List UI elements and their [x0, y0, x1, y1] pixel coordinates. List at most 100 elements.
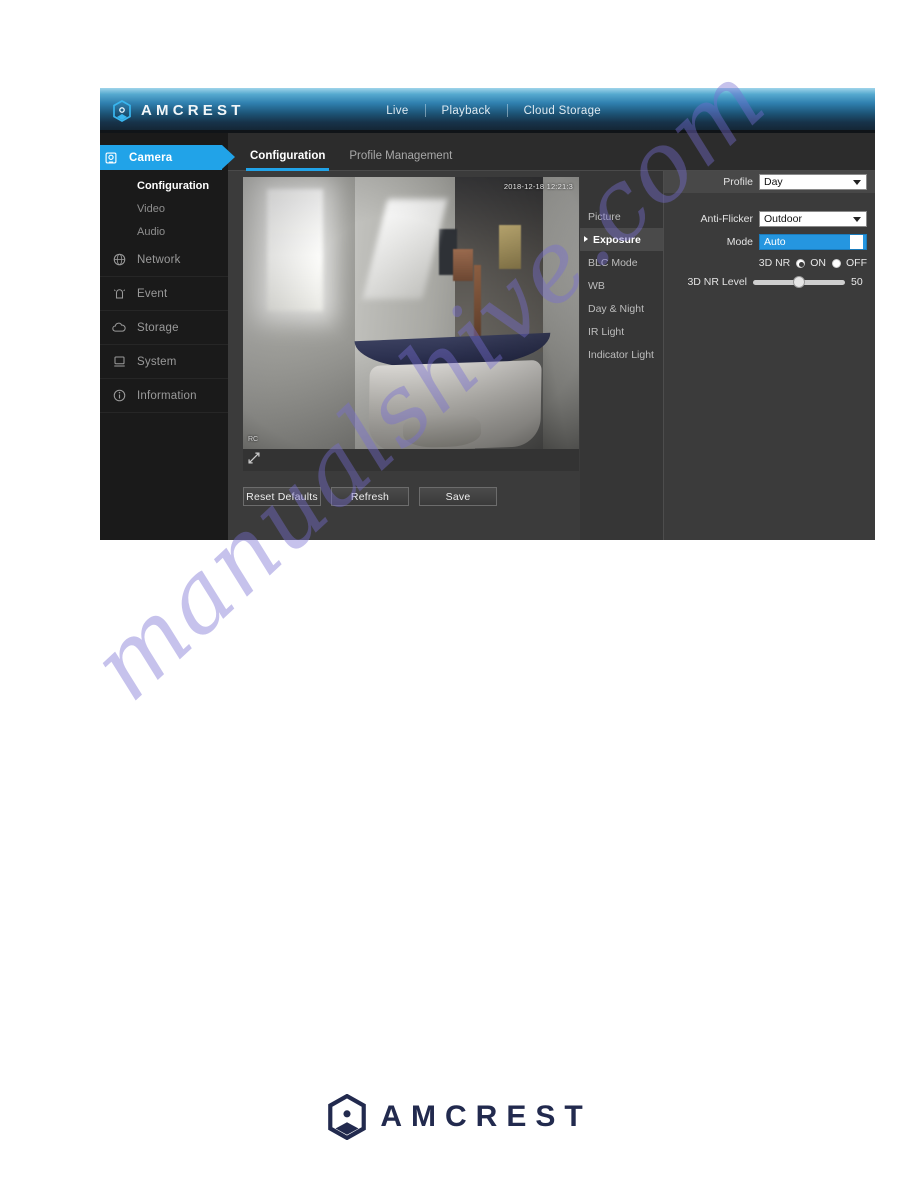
exposure-settings-form: Anti-Flicker Outdoor Mode Auto 3D NR ON …: [664, 193, 875, 288]
sidebar-subitem-configuration[interactable]: Configuration: [100, 174, 228, 197]
footer-logo: AMCREST: [0, 1094, 918, 1140]
3d-nr-off-label: OFF: [846, 257, 867, 269]
chevron-down-icon: [850, 212, 863, 226]
subtab-label: IR Light: [588, 325, 625, 338]
refresh-button[interactable]: Refresh: [331, 487, 409, 506]
subtab-label: Day & Night: [588, 302, 645, 315]
globe-icon: [108, 251, 130, 269]
anti-flicker-select[interactable]: Outdoor: [759, 211, 867, 227]
subtab-label: BLC Mode: [588, 256, 638, 269]
mode-label: Mode: [726, 236, 753, 248]
action-button-row: Reset Defaults Refresh Save: [243, 487, 580, 506]
3d-nr-on-option[interactable]: ON: [796, 257, 826, 269]
amcrest-web-ui-window: AMCREST Live Playback Cloud Storage Came…: [100, 88, 875, 540]
top-navigation: Live Playback Cloud Storage: [370, 104, 875, 117]
amcrest-hex-logo-icon: [328, 1094, 367, 1140]
caret-right-icon: [584, 236, 588, 242]
sidebar-item-label: Information: [137, 389, 197, 402]
cloud-icon: [108, 319, 130, 337]
sidebar-item-camera[interactable]: Camera: [100, 145, 235, 170]
subtab-label: Indicator Light: [588, 348, 654, 361]
sidebar-item-label: Event: [137, 287, 168, 300]
profile-label: Profile: [723, 176, 753, 188]
nav-live[interactable]: Live: [370, 105, 424, 117]
subtab-indicator-light[interactable]: Indicator Light: [580, 343, 663, 366]
anti-flicker-label: Anti-Flicker: [700, 213, 753, 225]
tab-label: Profile Management: [349, 150, 453, 162]
subtab-blc-mode[interactable]: BLC Mode: [580, 251, 663, 274]
radio-off-icon[interactable]: [832, 258, 841, 268]
subtab-exposure[interactable]: Exposure: [580, 228, 663, 251]
live-video-preview[interactable]: 2018-12-18 12:21:3 RC: [243, 177, 579, 449]
sidebar-item-label: Network: [137, 253, 181, 266]
3d-nr-on-label: ON: [810, 257, 826, 269]
sidebar-item-label: Storage: [137, 321, 179, 334]
video-channel-label: RC: [248, 436, 259, 443]
sidebar: Camera Configuration Video Audio Network…: [100, 133, 235, 540]
video-vignette: [243, 177, 579, 449]
alarm-bell-icon: [108, 285, 130, 303]
3d-nr-level-slider[interactable]: 50: [753, 275, 867, 288]
subtab-label: Exposure: [593, 233, 641, 246]
anti-flicker-value: Outdoor: [764, 213, 802, 225]
anti-flicker-row: Anti-Flicker Outdoor: [664, 211, 867, 227]
sidebar-subitem-video[interactable]: Video: [100, 197, 228, 220]
monitor-icon: [108, 353, 130, 371]
tab-label: Configuration: [250, 150, 326, 162]
info-circle-icon: [108, 387, 130, 405]
sidebar-item-label: Camera: [129, 151, 173, 164]
mode-select[interactable]: Auto: [759, 234, 867, 250]
sidebar-item-label: System: [137, 355, 177, 368]
subtab-ir-light[interactable]: IR Light: [580, 320, 663, 343]
video-timestamp-overlay: 2018-12-18 12:21:3: [503, 182, 573, 191]
tab-profile-management[interactable]: Profile Management: [337, 150, 464, 170]
sidebar-subitem-label: Video: [137, 202, 165, 215]
amcrest-hex-logo-icon: [113, 99, 131, 122]
video-pane: 2018-12-18 12:21:3 RC Reset Defaults Ref…: [228, 171, 580, 540]
sidebar-subitem-label: Audio: [137, 225, 166, 238]
sidebar-item-storage[interactable]: Storage: [100, 311, 228, 345]
brand-logo: AMCREST: [112, 99, 245, 122]
camera-subtab-list: Picture Exposure BLC Mode WB Day & Night: [580, 171, 664, 540]
chevron-down-icon: [850, 235, 863, 249]
content-area: Configuration Profile Management 2018-12…: [228, 133, 875, 540]
footer-wordmark: AMCREST: [380, 1100, 592, 1133]
subtab-picture[interactable]: Picture: [580, 205, 663, 228]
reset-defaults-button[interactable]: Reset Defaults: [243, 487, 321, 506]
sidebar-subitem-label: Configuration: [137, 179, 210, 192]
subtab-label: Picture: [588, 210, 621, 223]
slider-track[interactable]: [753, 275, 845, 288]
3d-nr-row: 3D NR ON OFF: [664, 257, 867, 269]
sidebar-item-network[interactable]: Network: [100, 243, 228, 277]
sidebar-subitem-audio[interactable]: Audio: [100, 220, 228, 243]
subtab-label: WB: [588, 279, 605, 292]
video-toolbar: [243, 449, 579, 471]
profile-select[interactable]: Day: [759, 174, 867, 190]
3d-nr-level-row: 3D NR Level 50: [664, 275, 867, 288]
expand-arrows-icon[interactable]: [247, 451, 261, 470]
chevron-down-icon: [850, 175, 863, 189]
nav-cloud-storage[interactable]: Cloud Storage: [508, 105, 617, 117]
3d-nr-level-value: 50: [851, 276, 863, 288]
tab-bar: Configuration Profile Management: [228, 133, 875, 171]
subtab-wb[interactable]: WB: [580, 274, 663, 297]
nav-playback[interactable]: Playback: [426, 105, 507, 117]
brand-wordmark: AMCREST: [141, 102, 245, 119]
subtab-day-and-night[interactable]: Day & Night: [580, 297, 663, 320]
sidebar-item-information[interactable]: Information: [100, 379, 228, 413]
slider-knob[interactable]: [793, 275, 805, 288]
radio-on-icon[interactable]: [796, 258, 806, 268]
sidebar-active-pointer: [222, 145, 235, 169]
sidebar-item-event[interactable]: Event: [100, 277, 228, 311]
save-button[interactable]: Save: [419, 487, 497, 506]
3d-nr-level-label: 3D NR Level: [687, 276, 747, 288]
mode-row: Mode Auto: [664, 234, 867, 250]
sidebar-item-system[interactable]: System: [100, 345, 228, 379]
app-header: AMCREST Live Playback Cloud Storage: [100, 88, 875, 133]
camera-icon: [100, 149, 122, 167]
tab-configuration[interactable]: Configuration: [238, 150, 337, 171]
3d-nr-label: 3D NR: [758, 257, 791, 269]
profile-value: Day: [764, 176, 783, 188]
settings-pane: Profile Day Anti-Flicker Outdoor Mode Au…: [664, 171, 875, 540]
3d-nr-off-option[interactable]: OFF: [832, 257, 867, 269]
